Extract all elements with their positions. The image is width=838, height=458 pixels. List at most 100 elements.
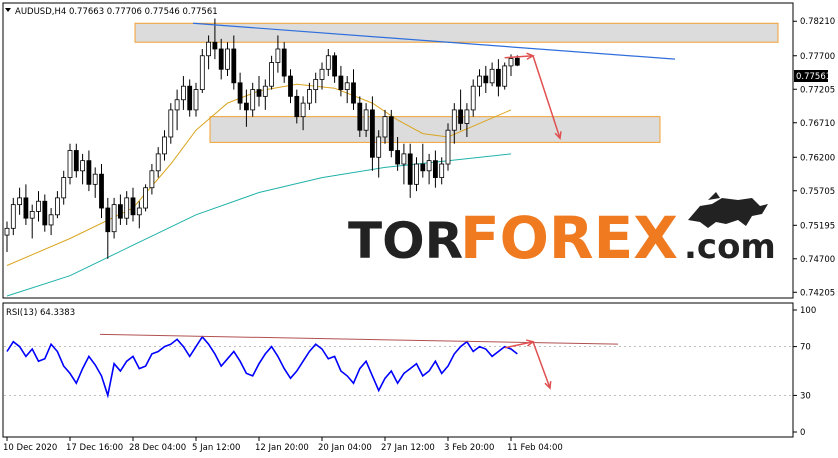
candle-body <box>407 153 413 185</box>
x-tick-label: 17 Dec 16:00 <box>66 443 123 453</box>
support-zone <box>209 116 661 143</box>
logo-com: .com <box>684 227 776 267</box>
candle-body <box>48 214 54 226</box>
candle-body <box>73 150 79 172</box>
chart-canvas: 0.78210 0.77700 0.77205 0.76710 0.76200 0.757… <box>2 2 835 453</box>
candle-body <box>36 200 41 212</box>
candle-body <box>237 82 243 104</box>
price-y-tick-label: 0.78210 <box>800 17 835 27</box>
candle-body <box>508 58 514 67</box>
price-y-tick-label: 0.76710 <box>800 119 835 129</box>
candle-body <box>67 150 73 178</box>
candle-body <box>55 197 60 216</box>
candle-body <box>319 68 325 80</box>
candle-body <box>294 95 300 118</box>
candle-body <box>426 160 432 172</box>
candle-body <box>29 211 35 219</box>
rsi-y-tick-label: 100 <box>800 306 816 316</box>
rsi-y-tick-label: 70 <box>800 343 811 353</box>
candle-body <box>325 55 331 70</box>
candle-body <box>206 41 212 57</box>
candle-body <box>92 173 98 185</box>
candle-body <box>432 160 438 178</box>
candle-body <box>4 227 10 236</box>
price-y-tick-label: 0.75195 <box>800 221 835 231</box>
candle-body <box>269 62 275 87</box>
candle-body <box>401 153 407 165</box>
candle-body <box>80 160 85 172</box>
candle-body <box>193 89 199 111</box>
rsi-label: RSI(13) 64.3383 <box>6 308 75 318</box>
candle-body <box>502 65 508 87</box>
candle-body <box>180 85 186 101</box>
candle-body <box>357 102 363 131</box>
x-tick-label: 3 Feb 20:00 <box>444 443 494 453</box>
candle-body <box>130 197 136 216</box>
candle-body <box>288 75 293 97</box>
price-y-tick-label: 0.74205 <box>800 288 835 298</box>
candle-body <box>451 109 457 131</box>
candle-body <box>306 89 312 104</box>
logo-forex: FOREX <box>460 204 678 272</box>
candle-body <box>155 153 161 172</box>
candle-body <box>250 89 256 111</box>
candle-body <box>218 48 224 70</box>
candle-body <box>61 177 67 199</box>
candle-body <box>136 207 142 216</box>
logo-tor: TOR <box>348 212 463 270</box>
candle-body <box>344 82 350 90</box>
candle-body <box>470 85 476 111</box>
current-price-label: 0.77561 <box>796 72 831 82</box>
candle-body <box>483 75 489 84</box>
candle-body <box>495 68 501 87</box>
price-y-tick-label: 0.77700 <box>800 52 835 62</box>
x-tick-label: 12 Jan 20:00 <box>255 443 309 453</box>
candle-body <box>256 89 262 97</box>
price-y-tick-label: 0.76200 <box>800 153 835 163</box>
candle-body <box>17 197 23 206</box>
candle-body <box>332 55 338 77</box>
candle-body <box>124 197 130 219</box>
candle-body <box>338 75 344 90</box>
candle-body <box>281 48 287 77</box>
candle-body <box>300 102 306 118</box>
x-tick-label: 11 Feb 04:00 <box>507 443 563 453</box>
x-tick-label: 28 Dec 04:00 <box>129 443 186 453</box>
candle-body <box>99 173 104 209</box>
candle-body <box>199 55 205 90</box>
candle-body <box>351 82 356 104</box>
symbol-header: AUDUSD,H4 0.77663 0.77706 0.77546 0.7756… <box>15 7 218 17</box>
candle-body <box>111 204 117 233</box>
x-tick-label: 27 Jan 12:00 <box>381 443 435 453</box>
x-tick-label: 10 Dec 2020 <box>3 443 57 453</box>
price-y-tick-label: 0.74700 <box>800 255 835 265</box>
price-y-tick-label: 0.77205 <box>800 85 835 95</box>
candle-body <box>231 48 237 84</box>
price-y-tick-label: 0.75705 <box>800 187 835 197</box>
rsi-y-tick-label: 30 <box>800 391 811 401</box>
candle-body <box>118 204 123 219</box>
candle-body <box>86 160 92 185</box>
candle-body <box>262 85 268 97</box>
candle-body <box>187 85 193 111</box>
candle-body <box>168 109 174 138</box>
candle-body <box>420 163 426 172</box>
candle-body <box>313 79 319 90</box>
x-tick-label: 5 Jan 12:00 <box>192 443 240 453</box>
candle-body <box>174 99 180 111</box>
candle-body <box>514 57 520 66</box>
candle-body <box>23 197 29 219</box>
candle-body <box>414 163 419 185</box>
candle-body <box>369 109 375 158</box>
candle-body <box>143 187 149 209</box>
candle-body <box>105 207 111 233</box>
candle-body <box>212 41 218 50</box>
rsi-y-tick-label: 0 <box>800 428 805 438</box>
candle-body <box>388 116 394 151</box>
candle-body <box>243 102 249 111</box>
candle-body <box>149 170 155 189</box>
candle-body <box>382 116 388 138</box>
candle-body <box>225 48 230 70</box>
candle-body <box>376 136 382 158</box>
candle-body <box>10 204 16 229</box>
